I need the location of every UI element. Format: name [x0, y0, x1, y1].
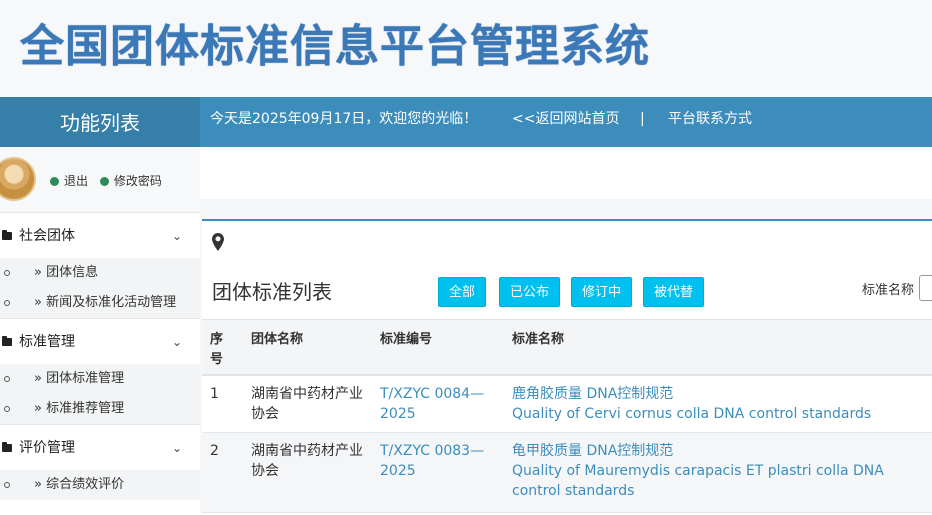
standard-list-panel: 团体标准列表 全部 已公布 修订中 被代替 标准名称 序号 团体名称 标准编号 …	[202, 219, 932, 515]
logout-label: 退出	[64, 174, 89, 188]
table-row: 2 湖南省中药材产业协会 T/XZYC 0083—2025 龟甲胶质量 DNA控…	[202, 433, 932, 513]
content-top-area	[200, 147, 932, 199]
row-number: 1	[210, 386, 219, 402]
menu-head-standard-management[interactable]: 标准管理 ⌄	[0, 318, 200, 364]
sidebar-item-label: » 标准推荐管理	[34, 401, 125, 416]
sidebar-item-label: » 综合绩效评价	[34, 477, 125, 492]
folder-icon	[2, 336, 12, 346]
sidebar-item-label: » 团体标准管理	[34, 371, 125, 386]
column-header-code: 标准编号	[380, 332, 433, 347]
menu-head-label: 评价管理	[19, 440, 75, 456]
menu-sub-evaluation: » 综合绩效评价	[0, 470, 200, 500]
sidebar: 退出 修改密码 社会团体 ⌄ » 团体信息 » 新闻及标准化活动管理 标准管理 …	[0, 147, 200, 515]
menu-head-evaluation[interactable]: 评价管理 ⌄	[0, 424, 200, 470]
change-password-label: 修改密码	[113, 174, 162, 188]
top-navigation-bar: 功能列表 今天是2025年09月17日，欢迎您的光临！ <<返回网站首页 | 平…	[0, 97, 932, 147]
filter-revising-button[interactable]: 修订中	[571, 277, 633, 307]
menu-head-label: 标准管理	[19, 334, 75, 350]
circle-bullet-icon	[4, 482, 10, 488]
filter-replaced-button[interactable]: 被代替	[643, 277, 705, 307]
row-standard-name-link[interactable]: 鹿角胶质量 DNA控制规范 Quality of Cervi cornus co…	[512, 384, 927, 424]
system-title: 全国团体标准信息平台管理系统	[20, 21, 650, 72]
status-dot-icon	[50, 177, 59, 186]
chevron-down-icon: ⌄	[172, 441, 183, 455]
standard-name-cn: 龟甲胶质量 DNA控制规范	[512, 443, 674, 459]
standards-table: 序号 团体名称 标准编号 标准名称 1 湖南省中药材产业协会 T/XZYC 00…	[202, 319, 932, 513]
row-number: 2	[210, 443, 219, 459]
search-label: 标准名称	[862, 283, 915, 298]
welcome-message: 今天是2025年09月17日，欢迎您的光临！	[210, 111, 478, 127]
sidebar-item-standard-recommendation[interactable]: » 标准推荐管理	[0, 394, 200, 424]
standard-name-en: Quality of Mauremydis carapacis ET plast…	[512, 463, 884, 499]
function-list-title: 功能列表	[0, 97, 200, 147]
standard-name-en: Quality of Cervi cornus colla DNA contro…	[512, 406, 872, 422]
sidebar-item-label: » 新闻及标准化活动管理	[34, 295, 177, 310]
column-header-name: 标准名称	[512, 332, 565, 347]
standard-name-cn: 鹿角胶质量 DNA控制规范	[512, 386, 674, 402]
sidebar-item-news-management[interactable]: » 新闻及标准化活动管理	[0, 288, 200, 318]
menu-group-standard-management: 标准管理 ⌄ » 团体标准管理 » 标准推荐管理	[0, 318, 200, 424]
user-actions: 退出 修改密码	[50, 172, 170, 189]
menu-sub-standard-management: » 团体标准管理 » 标准推荐管理	[0, 364, 200, 424]
chevron-down-icon: ⌄	[172, 335, 183, 349]
avatar	[0, 157, 36, 201]
sidebar-item-label: » 团体信息	[34, 265, 99, 280]
sidebar-item-performance-evaluation[interactable]: » 综合绩效评价	[0, 470, 200, 500]
logout-button[interactable]: 退出	[50, 174, 88, 188]
row-standard-code-link[interactable]: T/XZYC 0084—2025	[380, 384, 490, 424]
row-standard-name-link[interactable]: 龟甲胶质量 DNA控制规范 Quality of Mauremydis cara…	[512, 441, 927, 501]
menu-head-label: 社会团体	[19, 228, 75, 244]
platform-contact-link[interactable]: 平台联系方式	[668, 97, 752, 141]
row-org-name: 湖南省中药材产业协会	[251, 386, 363, 422]
page-title: 团体标准列表	[212, 280, 332, 304]
status-dot-icon	[99, 177, 109, 186]
filter-all-button[interactable]: 全部	[438, 277, 487, 307]
folder-icon	[2, 230, 12, 240]
circle-bullet-icon	[4, 270, 10, 276]
sidebar-item-group-info[interactable]: » 团体信息	[0, 258, 200, 288]
circle-bullet-icon	[4, 376, 10, 382]
menu-sub-social-org: » 团体信息 » 新闻及标准化活动管理	[0, 258, 200, 318]
circle-bullet-icon	[4, 300, 10, 306]
chevron-down-icon: ⌄	[172, 229, 183, 243]
table-row: 1 湖南省中药材产业协会 T/XZYC 0084—2025 鹿角胶质量 DNA控…	[202, 376, 932, 433]
folder-icon	[2, 442, 12, 452]
location-pin-icon	[212, 233, 224, 251]
menu-group-social-org: 社会团体 ⌄ » 团体信息 » 新闻及标准化活动管理	[0, 212, 200, 318]
user-panel: 退出 修改密码	[0, 147, 200, 212]
row-standard-code-link[interactable]: T/XZYC 0083—2025	[380, 441, 490, 481]
filter-published-button[interactable]: 已公布	[499, 277, 561, 307]
column-header-org: 团体名称	[251, 332, 304, 347]
back-to-homepage-link[interactable]: <<返回网站首页	[512, 97, 619, 141]
circle-bullet-icon	[4, 406, 10, 412]
change-password-button[interactable]: 修改密码	[99, 174, 162, 188]
standard-name-search-input[interactable]	[919, 275, 932, 301]
table-header: 序号 团体名称 标准编号 标准名称	[202, 319, 932, 376]
header: 全国团体标准信息平台管理系统	[0, 0, 932, 97]
sidebar-item-group-standard-management[interactable]: » 团体标准管理	[0, 364, 200, 394]
column-header-number: 序号	[210, 332, 224, 367]
menu-head-social-org[interactable]: 社会团体 ⌄	[0, 212, 200, 258]
nav-divider: |	[640, 111, 645, 127]
menu-group-evaluation: 评价管理 ⌄ » 综合绩效评价	[0, 424, 200, 500]
row-org-name: 湖南省中药材产业协会	[251, 443, 363, 479]
